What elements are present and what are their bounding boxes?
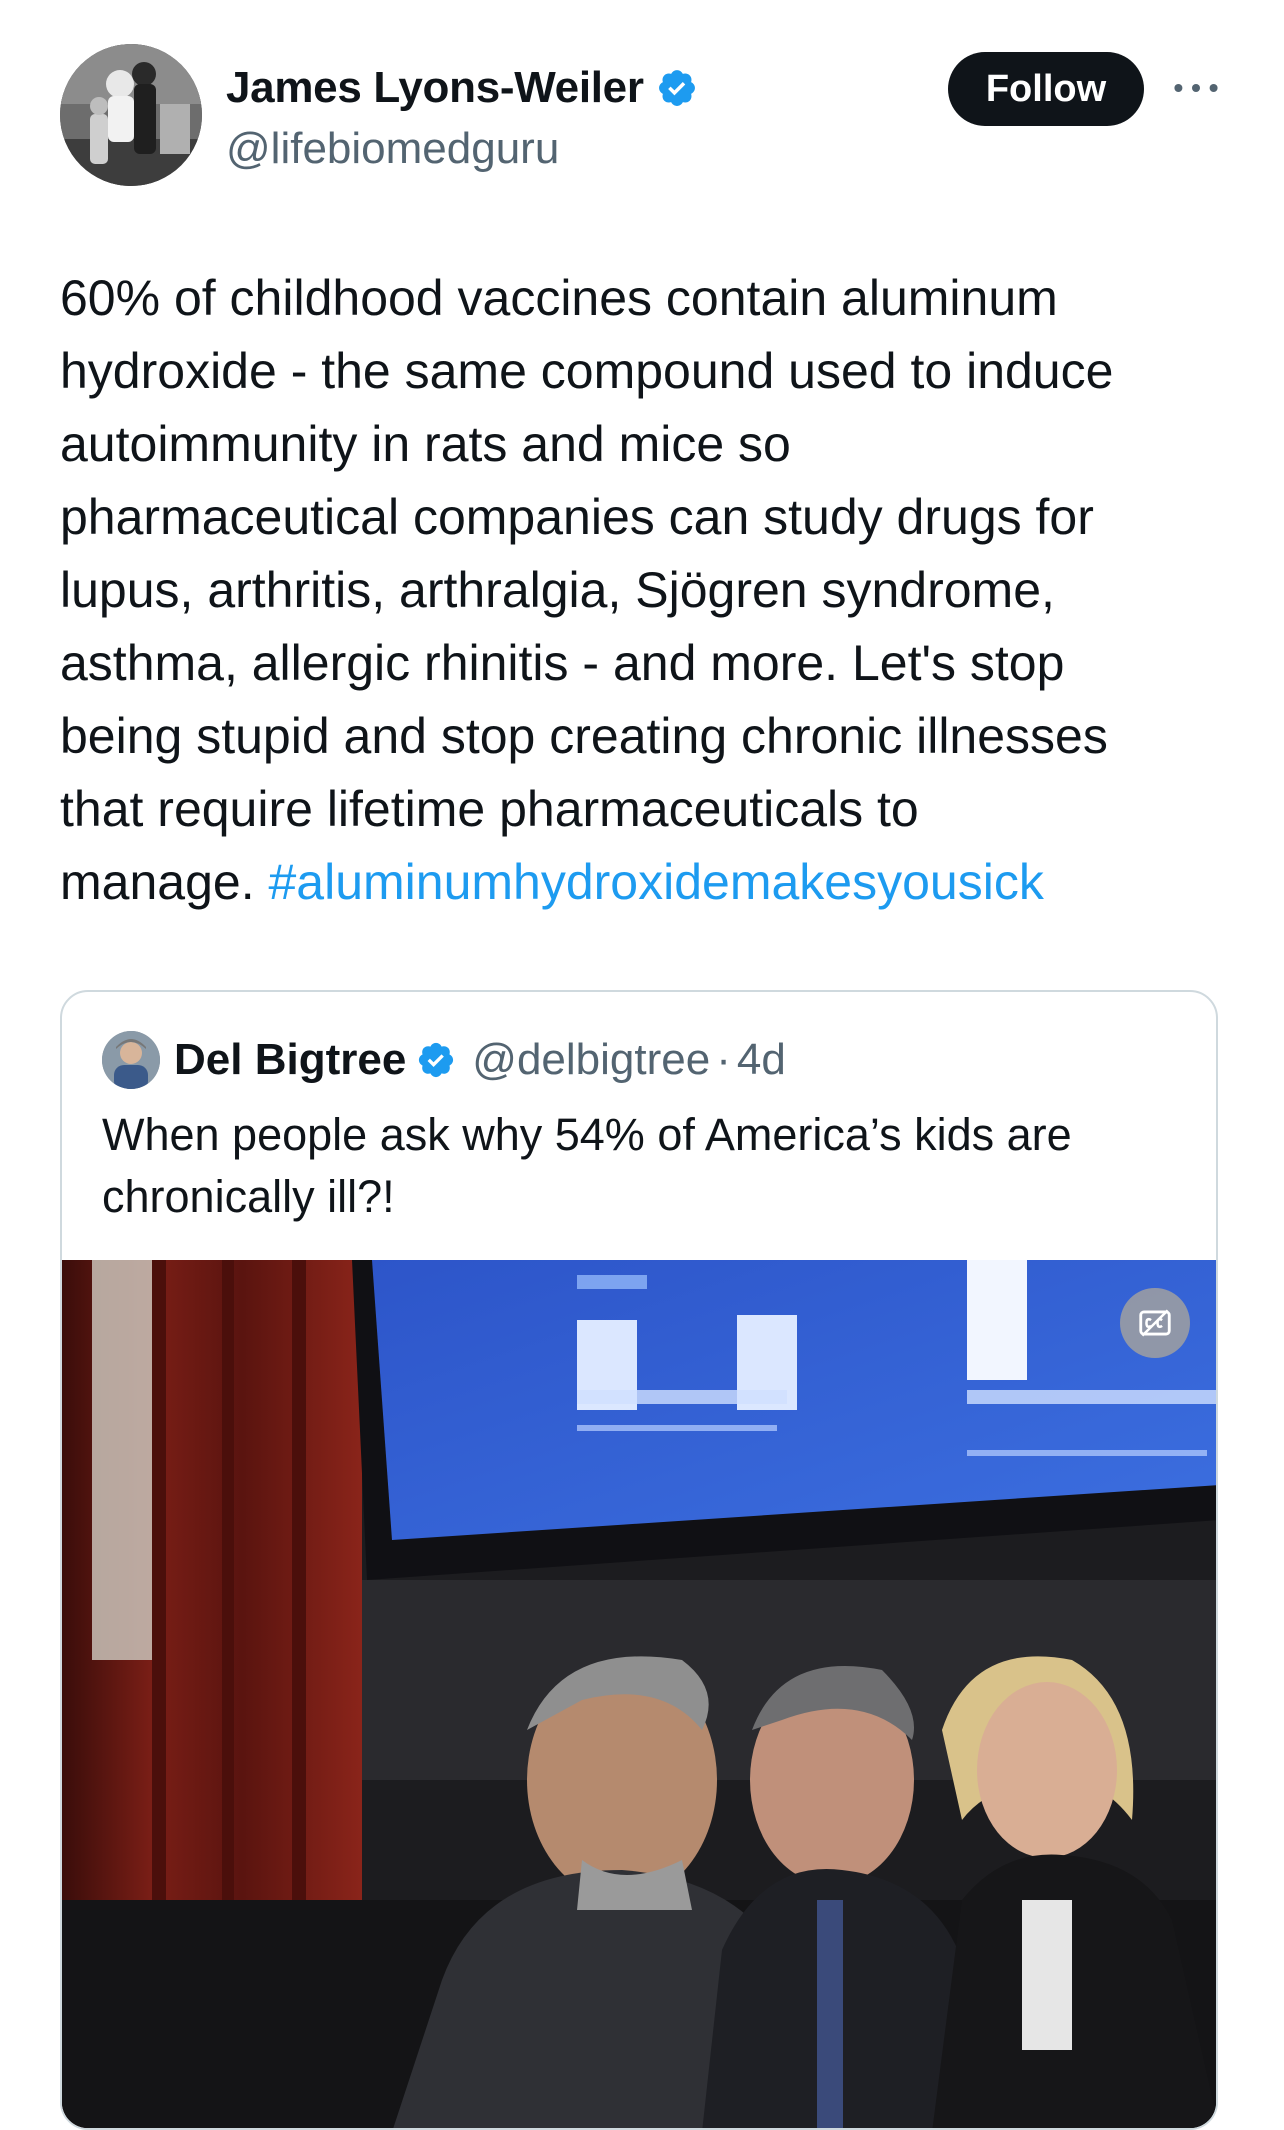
video-frame-image [62,1260,1216,2128]
quoted-video[interactable] [62,1260,1216,2128]
verified-badge-icon [656,67,698,109]
tweet-body-text: 60% of childhood vaccines contain alumin… [60,270,1114,910]
author-avatar[interactable] [60,44,202,186]
quoted-separator: · [716,1035,731,1084]
quoted-author-name[interactable]: Del Bigtree [174,1035,406,1085]
captions-button[interactable] [1120,1288,1190,1358]
author-name[interactable]: James Lyons-Weiler [226,63,644,113]
follow-button[interactable]: Follow [948,52,1144,126]
more-options-button[interactable] [1166,66,1226,110]
quoted-tweet-text: When people ask why 54% of America’s kid… [102,1109,1072,1222]
quoted-timestamp[interactable]: 4d [737,1035,786,1085]
quoted-verified-badge-icon [416,1040,456,1080]
more-horizontal-icon [1174,84,1218,92]
quoted-author-handle[interactable]: @delbigtree [472,1035,710,1085]
quoted-author-avatar[interactable] [102,1031,160,1089]
closed-captions-icon [1139,1309,1171,1337]
author-name-row[interactable]: James Lyons-Weiler [226,56,698,120]
tweet-header: James Lyons-Weiler @lifebiomedguru Follo… [60,44,1224,190]
quoted-tweet-card[interactable]: Del Bigtree @delbigtree · 4d When people… [60,990,1218,2130]
quoted-tweet-header: Del Bigtree @delbigtree · 4d [102,1031,786,1089]
author-handle[interactable]: @lifebiomedguru [226,124,559,174]
tweet-text: 60% of childhood vaccines contain alumin… [60,262,1230,919]
author-avatar-image [60,44,202,186]
quoted-author-avatar-image [102,1031,160,1089]
hashtag-link[interactable]: #aluminumhydroxidemakesyousick [268,854,1043,910]
